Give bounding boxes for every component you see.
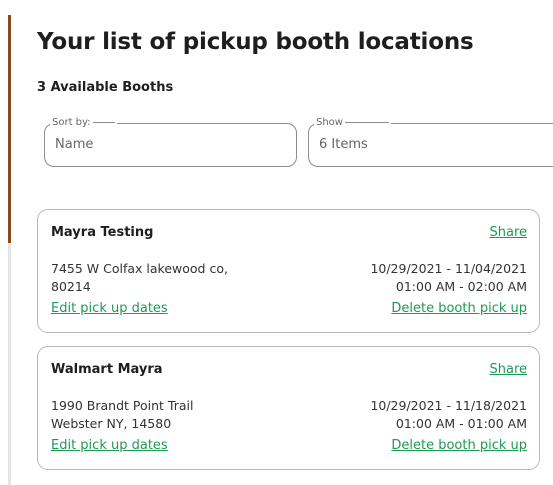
show-items-label: Show	[314, 116, 391, 130]
sort-by-value: Name	[55, 137, 94, 152]
booth-schedule: 10/29/2021 - 11/18/2021 01:00 AM - 01:00…	[370, 397, 527, 433]
date-range: 10/29/2021 - 11/18/2021	[370, 398, 527, 413]
left-accent-bar	[8, 15, 11, 243]
left-accent-bar-track	[8, 243, 11, 485]
delete-booth-pickup-link[interactable]: Delete booth pick up	[391, 301, 527, 316]
booth-address: 7455 W Colfax lakewood co, 80214	[51, 260, 228, 296]
address-line-2: Webster NY, 14580	[51, 416, 172, 431]
address-line-1: 1990 Brandt Point Trail	[51, 398, 194, 413]
edit-pickup-dates-link[interactable]: Edit pick up dates	[51, 438, 168, 453]
booth-address: 1990 Brandt Point Trail Webster NY, 1458…	[51, 397, 193, 433]
edit-pickup-dates-link[interactable]: Edit pick up dates	[51, 301, 168, 316]
time-range: 01:00 AM - 01:00 AM	[395, 416, 527, 431]
address-line-1: 7455 W Colfax lakewood co,	[51, 261, 228, 276]
show-items-select[interactable]: Show 6 Items	[308, 116, 553, 167]
booth-name: Mayra Testing	[51, 225, 154, 240]
share-link[interactable]: Share	[489, 362, 527, 377]
delete-booth-pickup-link[interactable]: Delete booth pick up	[391, 438, 527, 453]
page-title: Your list of pickup booth locations	[37, 29, 474, 55]
address-line-2: 80214	[51, 279, 91, 294]
booth-card: Mayra Testing Share 7455 W Colfax lakewo…	[37, 209, 540, 333]
sort-by-select[interactable]: Sort by: Name	[44, 116, 297, 167]
booth-card: Walmart Mayra Share 1990 Brandt Point Tr…	[37, 346, 540, 470]
available-booths-count: 3 Available Booths	[37, 80, 174, 95]
sort-by-label: Sort by:	[50, 116, 117, 130]
booth-name: Walmart Mayra	[51, 362, 163, 377]
time-range: 01:00 AM - 02:00 AM	[395, 279, 527, 294]
show-items-value: 6 Items	[319, 137, 368, 152]
date-range: 10/29/2021 - 11/04/2021	[370, 261, 527, 276]
booth-schedule: 10/29/2021 - 11/04/2021 01:00 AM - 02:00…	[370, 260, 527, 296]
share-link[interactable]: Share	[489, 225, 527, 240]
